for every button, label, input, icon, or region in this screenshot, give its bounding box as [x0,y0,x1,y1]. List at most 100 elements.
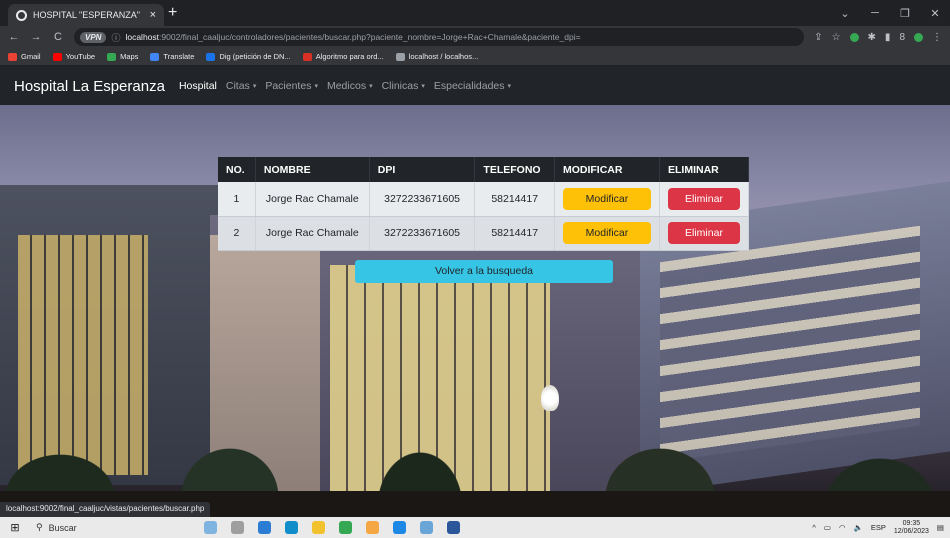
extension-icon[interactable] [849,32,859,42]
reload-icon[interactable]: C [52,31,64,43]
browser-icon[interactable] [393,521,406,534]
puzzle-icon[interactable]: ✱ [868,32,876,43]
edge-icon[interactable] [285,521,298,534]
widget-icon[interactable] [204,521,217,534]
table-row: 2 Jorge Rac Chamale 3272233671605 582144… [218,216,750,251]
youtube-icon [52,52,62,61]
minimize-icon[interactable]: ─ [860,7,890,19]
sync-icon[interactable] [914,32,923,42]
web-page: Hospital La Esperanza Hospital Citas ▾ Pa… [0,67,950,517]
eliminar-button[interactable]: Eliminar [667,187,740,210]
bookmark-youtube[interactable]: YouTube [52,52,96,61]
cell-modificar: Modificar [554,216,660,251]
windows-taskbar: ⊞ ⚲ Buscar ^ ▭ ◠ 🔈 ESP 09:35 12/06/2023 … [0,517,950,538]
store-icon[interactable] [420,521,433,534]
task-view-icon[interactable] [231,521,244,534]
chevron-up-icon[interactable]: ^ [812,523,816,532]
bookmark-label: Gmail [21,52,41,61]
maps-icon [107,52,117,61]
modificar-button[interactable]: Modificar [562,222,651,244]
close-icon[interactable]: ✕ [920,7,950,20]
battery-icon[interactable]: ▭ [824,523,831,532]
nav-label: Clinicas [381,80,419,92]
cell-telefono: 58214417 [474,182,555,217]
globe-icon [16,9,27,21]
back-icon[interactable]: ← [8,31,20,43]
cell-dpi: 3272233671605 [369,216,476,251]
chevron-down-icon[interactable]: ⌄ [830,7,860,20]
bookmark-maps[interactable]: Maps [107,52,138,61]
bookmark-gmail[interactable]: Gmail [8,52,41,61]
file-explorer-icon[interactable] [312,521,325,534]
caret-down-icon: ▾ [369,83,373,91]
vscode-icon[interactable] [258,521,271,534]
caret-down-icon: ▾ [314,83,318,91]
eliminar-button[interactable]: Eliminar [667,222,740,244]
word-icon[interactable] [447,521,460,534]
wifi-icon[interactable]: ◠ [839,523,846,532]
header-nombre: NOMBRE [255,157,370,182]
sidepanel-icon[interactable]: ▮ [885,32,891,43]
system-tray: ^ ▭ ◠ 🔈 ESP 09:35 12/06/2023 ▤ [812,520,950,536]
header-no: NO. [218,157,256,182]
translate-icon [150,52,160,61]
forward-icon[interactable]: → [30,31,42,43]
info-icon[interactable]: ⓘ [111,31,120,44]
maximize-icon[interactable]: ❐ [890,7,920,20]
url-path: :9002/final_caaljuc/controladores/pacien… [159,32,581,42]
tab-title: HOSPITAL "ESPERANZA" [33,10,140,20]
new-tab-button[interactable]: + [168,5,177,21]
bookmark-algoritmo[interactable]: Algoritmo para ord... [302,52,384,61]
language-indicator[interactable]: ESP [871,523,886,532]
browser-tab[interactable]: HOSPITAL "ESPERANZA" × [8,4,164,26]
nav-citas[interactable]: Citas ▾ [226,80,256,92]
header-modificar: MODIFICAR [554,157,660,182]
search-icon: ⚲ [36,522,43,532]
chrome-icon[interactable] [339,521,352,534]
url-host: localhost [125,32,160,42]
volver-button[interactable]: Volver a la busqueda [355,260,613,283]
bookmark-label: localhost / localhos... [408,52,479,61]
nav-hospital[interactable]: Hospital [179,80,217,92]
url-text: localhost:9002/final_caaljuc/controlador… [125,32,580,42]
vpn-badge[interactable]: VPN [80,31,107,43]
clock[interactable]: 09:35 12/06/2023 [894,520,929,536]
cell-eliminar: Eliminar [659,216,750,251]
volume-icon[interactable]: 🔈 [854,523,863,532]
algoritmo-icon [302,52,312,61]
gmail-icon [8,52,17,61]
main-navbar: Hospital La Esperanza Hospital Citas ▾ Pa… [0,67,950,105]
table-header-row: NO. NOMBRE DPI TELEFONO MODIFICAR ELIMIN… [218,157,750,182]
header-dpi: DPI [369,157,476,182]
link-status-bar: localhost:9002/final_caaljuc/vistas/paci… [0,502,211,517]
search-placeholder: Buscar [48,522,77,533]
profile-icon[interactable]: 8 [899,32,905,43]
cell-modificar: Modificar [554,182,660,217]
windows-start-icon[interactable]: ⊞ [4,521,26,534]
share-icon[interactable]: ⇪ [814,32,822,43]
bookmark-dig[interactable]: Dig (petición de DN... [206,52,291,61]
bookmark-label: Algoritmo para ord... [315,52,384,61]
header-telefono: TELEFONO [474,157,555,182]
cell-dpi: 3272233671605 [369,182,476,217]
navbar-brand[interactable]: Hospital La Esperanza [14,78,165,95]
nav-medicos[interactable]: Medicos ▾ [327,80,373,92]
browser-toolbar: ← → C VPN ⓘ localhost:9002/final_caaljuc… [0,26,950,48]
app-icon[interactable] [366,521,379,534]
bookmark-localhost[interactable]: localhost / localhos... [395,52,479,61]
tab-close-icon[interactable]: × [150,9,156,21]
header-eliminar: ELIMINAR [659,157,750,182]
bookmark-translate[interactable]: Translate [150,52,194,61]
notifications-icon[interactable]: ▤ [937,523,944,532]
bookmark-label: YouTube [65,52,96,61]
nav-especialidades[interactable]: Especialidades ▾ [434,80,511,92]
nav-clinicas[interactable]: Clinicas ▾ [382,80,425,92]
bookmark-label: Maps [120,52,139,61]
address-bar[interactable]: VPN ⓘ localhost:9002/final_caaljuc/contr… [74,28,805,46]
taskbar-search[interactable]: ⚲ Buscar [26,517,184,538]
patients-table: NO. NOMBRE DPI TELEFONO MODIFICAR ELIMIN… [218,157,750,251]
modificar-button[interactable]: Modificar [562,187,651,210]
star-icon[interactable]: ☆ [832,32,841,43]
nav-pacientes[interactable]: Pacientes ▾ [265,80,318,92]
menu-icon[interactable]: ⋮ [932,32,942,43]
